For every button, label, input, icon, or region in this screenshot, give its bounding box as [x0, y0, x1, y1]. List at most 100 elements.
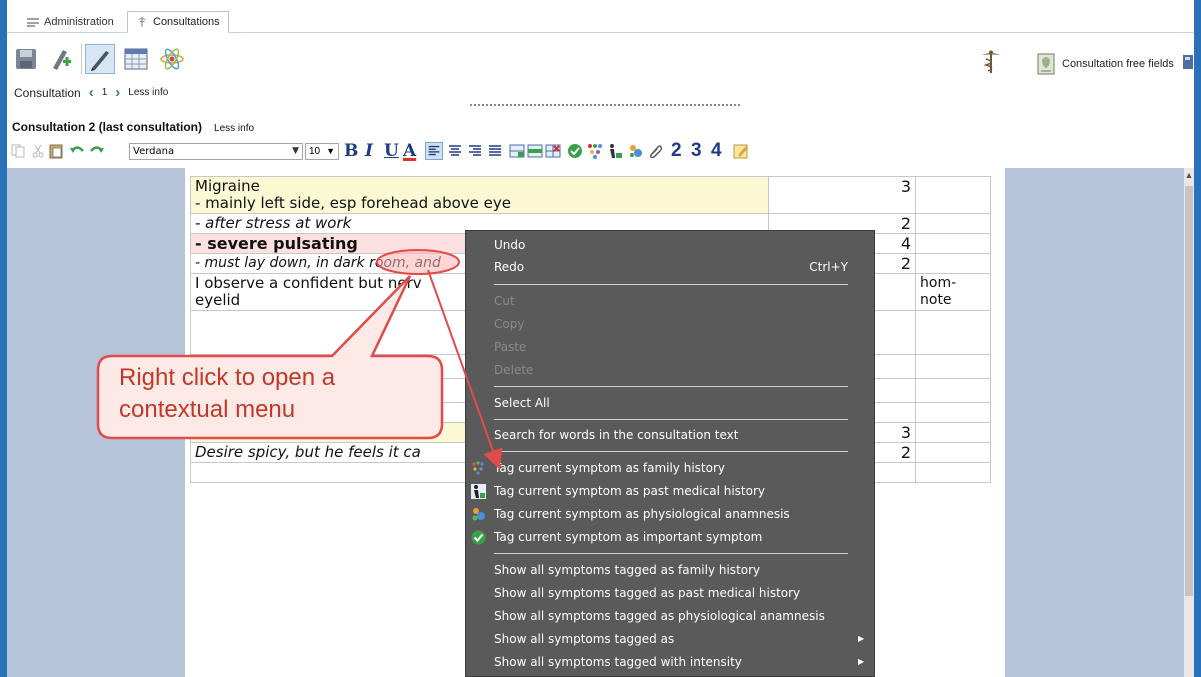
menu-item-show-tagged-as[interactable]: Show all symptoms tagged as: [494, 629, 674, 649]
tab-bar: Administration Consultations: [7, 8, 1194, 33]
book-icon: [1182, 55, 1193, 69]
caduceus-icon: [982, 50, 1000, 73]
consultation-label: Consultation: [14, 85, 81, 100]
menu-item-copy[interactable]: Copy: [494, 314, 524, 334]
splitter-handle[interactable]: [470, 104, 740, 106]
menu-item-show-family-history[interactable]: Show all symptoms tagged as family histo…: [494, 560, 760, 580]
align-right-icon[interactable]: [467, 143, 483, 159]
menu-item-tag-important[interactable]: Tag current symptom as important symptom: [494, 527, 762, 547]
chevron-down-icon: ▼: [292, 146, 299, 156]
consultation-free-fields-label: Consultation free fields: [1062, 57, 1174, 70]
font-size-select[interactable]: 10 ▼: [305, 143, 339, 160]
attachment-icon[interactable]: [647, 143, 663, 159]
save-button[interactable]: [11, 44, 41, 74]
checkmark-icon[interactable]: [567, 143, 583, 159]
tab-consultations-label: Consultations: [153, 16, 220, 28]
intensity-3-button[interactable]: 3: [691, 140, 702, 162]
menu-item-tag-past-history[interactable]: Tag current symptom as past medical hist…: [494, 481, 765, 501]
book-button[interactable]: [1182, 54, 1194, 73]
submenu-arrow-icon: ▶: [858, 634, 865, 643]
delete-table-icon[interactable]: [545, 143, 561, 159]
table-row: Migraine - mainly left side, esp forehead…: [190, 176, 991, 214]
copy-icon[interactable]: [11, 144, 25, 158]
note-cell[interactable]: [915, 402, 991, 423]
menu-item-tag-physiological[interactable]: Tag current symptom as physiological ana…: [494, 504, 790, 524]
note-cell[interactable]: [915, 253, 991, 274]
intensity-2-button[interactable]: 2: [671, 140, 682, 162]
scroll-up-icon[interactable]: ▲: [1184, 170, 1194, 180]
vertical-scrollbar[interactable]: ▲: [1184, 168, 1194, 677]
align-left-icon[interactable]: [425, 142, 443, 160]
edit-pen-icon: [53, 50, 71, 70]
administration-icon: [27, 18, 39, 27]
insert-row-icon[interactable]: [509, 143, 525, 159]
menu-item-redo[interactable]: Redo Ctrl+Y: [494, 257, 848, 277]
bold-button[interactable]: B: [344, 141, 358, 161]
undo-icon[interactable]: [69, 143, 85, 159]
menu-separator: [494, 386, 848, 387]
symptom-text: - mainly left side, esp forehead above e…: [195, 194, 511, 212]
underline-button[interactable]: U: [384, 141, 399, 161]
save-icon: [16, 49, 36, 69]
menu-item-tag-family-history[interactable]: Tag current symptom as family history: [494, 458, 725, 478]
note-cell[interactable]: [915, 462, 991, 483]
font-color-button[interactable]: A: [403, 141, 416, 161]
atom-button[interactable]: [157, 44, 187, 74]
note-cell[interactable]: [915, 213, 991, 234]
caduceus-icon: [138, 17, 146, 27]
edit-button[interactable]: [85, 44, 115, 74]
menu-item-undo[interactable]: Undo: [494, 235, 525, 255]
note-cell[interactable]: [915, 310, 991, 355]
menu-item-select-all[interactable]: Select All: [494, 393, 550, 413]
menu-separator: [494, 284, 848, 285]
menu-separator: [494, 419, 848, 420]
menu-item-show-intensity[interactable]: Show all symptoms tagged with intensity: [494, 652, 742, 672]
materia-medica-button[interactable]: [980, 50, 1002, 77]
menu-item-show-past-history[interactable]: Show all symptoms tagged as past medical…: [494, 583, 800, 603]
tab-administration[interactable]: Administration: [19, 11, 122, 33]
italic-button[interactable]: I: [365, 141, 373, 161]
note-cell[interactable]: [915, 233, 991, 254]
scissors-icon[interactable]: [31, 144, 45, 158]
menu-item-cut[interactable]: Cut: [494, 291, 515, 311]
note-edit-icon[interactable]: [733, 143, 749, 159]
new-consultation-button[interactable]: [47, 44, 77, 74]
scrollbar-thumb[interactable]: [1185, 186, 1193, 596]
symptom-cell[interactable]: Migraine - mainly left side, esp forehead…: [190, 176, 769, 214]
delete-row-icon[interactable]: [527, 143, 543, 159]
note-cell[interactable]: [915, 378, 991, 403]
past-history-icon[interactable]: [607, 143, 623, 159]
align-justify-icon[interactable]: [487, 143, 503, 159]
family-history-icon[interactable]: [587, 143, 603, 159]
submenu-arrow-icon: ▶: [858, 657, 865, 666]
note-cell[interactable]: [915, 422, 991, 443]
menu-item-delete[interactable]: Delete: [494, 360, 533, 380]
font-family-value: Verdana: [133, 146, 175, 157]
intensity-4-button[interactable]: 4: [711, 140, 722, 162]
less-info-link[interactable]: Less info: [214, 123, 254, 134]
font-family-select[interactable]: Verdana ▼: [129, 143, 303, 160]
chevron-left-icon[interactable]: ‹: [89, 84, 94, 101]
consultation-free-fields-button[interactable]: Consultation free fields: [1036, 52, 1174, 76]
tab-consultations[interactable]: Consultations: [127, 11, 229, 33]
note-cell[interactable]: [915, 354, 991, 379]
table-icon: [124, 48, 148, 70]
consultation-title: Consultation 2 (last consultation): [12, 120, 203, 134]
note-cell[interactable]: [915, 176, 991, 214]
pencil-icon: [91, 51, 109, 71]
note-cell[interactable]: hom-note: [915, 273, 991, 311]
redo-icon[interactable]: [89, 143, 105, 159]
chevron-right-icon[interactable]: ›: [115, 84, 120, 101]
note-cell[interactable]: [915, 442, 991, 463]
symptom-text: Migraine: [195, 177, 260, 195]
paste-icon[interactable]: [49, 143, 63, 159]
menu-item-search-words[interactable]: Search for words in the consultation tex…: [494, 425, 738, 445]
physiological-icon[interactable]: [627, 143, 643, 159]
less-info-link[interactable]: Less info: [128, 87, 168, 98]
table-button[interactable]: [121, 44, 151, 74]
align-center-icon[interactable]: [447, 143, 463, 159]
physiological-icon: [470, 506, 486, 522]
menu-item-show-physiological[interactable]: Show all symptoms tagged as physiologica…: [494, 606, 825, 626]
menu-item-paste[interactable]: Paste: [494, 337, 526, 357]
intensity-cell[interactable]: 3: [768, 176, 916, 214]
